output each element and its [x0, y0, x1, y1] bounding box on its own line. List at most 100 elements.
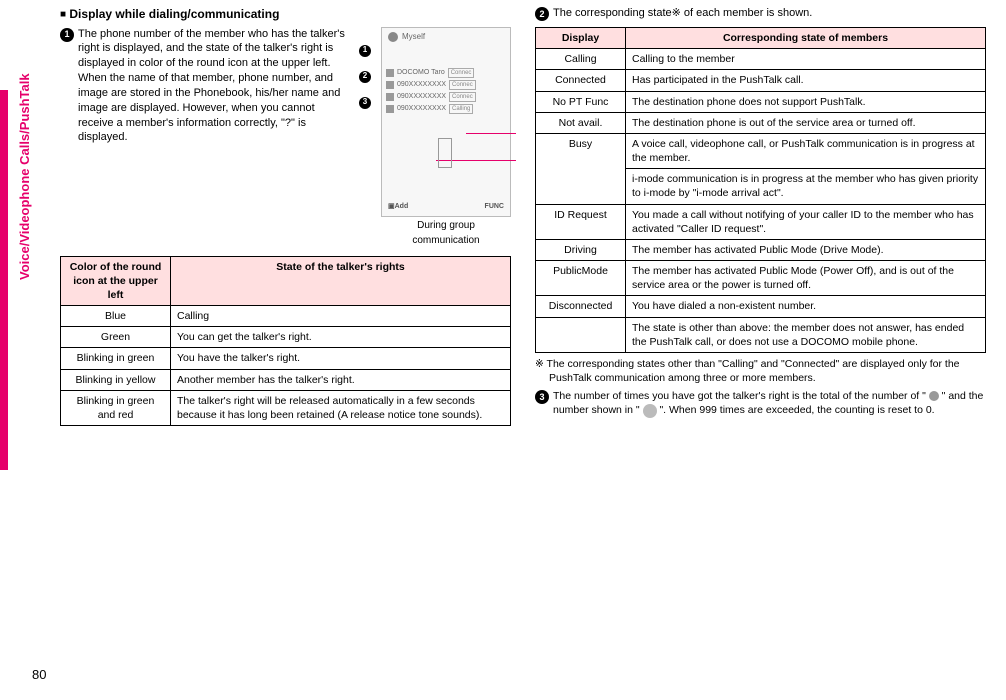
- talker-rights-table: Color of the round icon at the upper lef…: [60, 256, 511, 427]
- phone-softkeys: ▣Add FUNC: [382, 202, 510, 211]
- member-name: 090XXXXXXXX: [397, 104, 446, 113]
- desc-cell: The destination phone does not support P…: [626, 91, 986, 112]
- member-state: Connec: [448, 68, 475, 78]
- item3-text: The number of times you have got the tal…: [553, 389, 986, 417]
- member-name: 090XXXXXXXX: [397, 92, 446, 101]
- member-state: Calling: [449, 104, 473, 114]
- color-cell: Blinking in yellow: [61, 369, 171, 390]
- phone-header: Myself: [388, 32, 504, 43]
- display-cell: ID Request: [536, 204, 626, 239]
- display-cell: Disconnected: [536, 296, 626, 317]
- member-state: Connec: [449, 80, 476, 90]
- desc-cell: You made a call without notifying of you…: [626, 204, 986, 239]
- table-row: PublicModeThe member has activated Publi…: [536, 261, 986, 296]
- table2-header-state: Corresponding state of members: [626, 28, 986, 49]
- item3: 3 The number of times you have got the t…: [535, 389, 986, 417]
- avatar-icon: [386, 105, 394, 113]
- table-row: DrivingThe member has activated Public M…: [536, 239, 986, 260]
- item1-text: The phone number of the member who has t…: [78, 27, 351, 146]
- subheading: ■ Display while dialing/communicating: [60, 6, 511, 23]
- desc-cell: You have dialed a non-existent number.: [626, 296, 986, 317]
- phone-member-row: DOCOMO TaroConnec: [386, 68, 506, 78]
- table-row: GreenYou can get the talker's right.: [61, 327, 511, 348]
- phone-figure: Myself DOCOMO TaroConnec 090XXXXXXXXConn…: [381, 27, 511, 248]
- member-state: Connec: [449, 92, 476, 102]
- state-cell: You can get the talker's right.: [171, 327, 511, 348]
- table-row: The state is other than above: the membe…: [536, 317, 986, 352]
- desc-cell: Has participated in the PushTalk call.: [626, 70, 986, 91]
- desc-cell: The member has activated Public Mode (Dr…: [626, 239, 986, 260]
- footnote: ※ The corresponding states other than "C…: [535, 357, 986, 385]
- table-row: CallingCalling to the member: [536, 49, 986, 70]
- table-row: ID RequestYou made a call without notify…: [536, 204, 986, 239]
- table-row: ConnectedHas participated in the PushTal…: [536, 70, 986, 91]
- table-row: BusyA voice call, videophone call, or Pu…: [536, 133, 986, 168]
- item2-text: The corresponding state※ of each member …: [553, 6, 986, 21]
- avatar-icon: [386, 93, 394, 101]
- avatar-icon: [386, 69, 394, 77]
- member-name: 090XXXXXXXX: [397, 80, 446, 89]
- display-cell: PublicMode: [536, 261, 626, 296]
- desc-cell: i-mode communication is in progress at t…: [626, 169, 986, 204]
- left-column: ■ Display while dialing/communicating 1 …: [60, 6, 511, 426]
- table-row: Not avail.The destination phone is out o…: [536, 112, 986, 133]
- tab-color-bar: [0, 90, 8, 470]
- footnote-mark: ※: [672, 7, 681, 19]
- desc-cell: A voice call, videophone call, or PushTa…: [626, 133, 986, 168]
- color-cell: Green: [61, 327, 171, 348]
- display-cell: Connected: [536, 70, 626, 91]
- phone-member-row: 090XXXXXXXXCalling: [386, 104, 506, 114]
- desc-cell: Calling to the member: [626, 49, 986, 70]
- avatar-icon: [386, 81, 394, 89]
- display-cell: Not avail.: [536, 112, 626, 133]
- member-state-table: Display Corresponding state of members C…: [535, 27, 986, 353]
- callout-2-icon: 2: [359, 71, 371, 83]
- subheading-text: Display while dialing/communicating: [69, 7, 279, 21]
- small-status-dot-icon: [929, 391, 939, 401]
- desc-cell: The state is other than above: the membe…: [626, 317, 986, 352]
- figure-caption-line2: communication: [412, 234, 479, 248]
- table-row: DisconnectedYou have dialed a non-existe…: [536, 296, 986, 317]
- item1-and-figure: 1 The phone number of the member who has…: [60, 27, 511, 248]
- table-row: Blinking in greenYou have the talker's r…: [61, 348, 511, 369]
- softkey-right: FUNC: [485, 202, 504, 211]
- table-row: Blinking in green and redThe talker's ri…: [61, 390, 511, 425]
- phone-member-row: 090XXXXXXXXConnec: [386, 80, 506, 90]
- table-row: No PT FuncThe destination phone does not…: [536, 91, 986, 112]
- figure-callouts: 1 2 3: [359, 45, 371, 109]
- table1-header-color: Color of the round icon at the upper lef…: [61, 256, 171, 306]
- state-cell: The talker's right will be released auto…: [171, 390, 511, 425]
- color-cell: Blinking in green and red: [61, 390, 171, 425]
- state-cell: Calling: [171, 306, 511, 327]
- desc-cell: The member has activated Public Mode (Po…: [626, 261, 986, 296]
- circled-1-icon: 1: [60, 28, 74, 42]
- display-cell: Busy: [536, 133, 626, 204]
- count-badge-icon: [643, 404, 657, 418]
- phone-mockup: Myself DOCOMO TaroConnec 090XXXXXXXXConn…: [381, 27, 511, 217]
- table-row: Blinking in yellowAnother member has the…: [61, 369, 511, 390]
- talker-status-icon: [388, 32, 398, 42]
- desc-cell: The destination phone is out of the serv…: [626, 112, 986, 133]
- circled-2-icon: 2: [535, 7, 549, 21]
- item1: 1 The phone number of the member who has…: [60, 27, 351, 148]
- item2: 2 The corresponding state※ of each membe…: [535, 6, 986, 21]
- phone-member-list: DOCOMO TaroConnec 090XXXXXXXXConnec 090X…: [386, 68, 506, 116]
- page-content: ■ Display while dialing/communicating 1 …: [60, 6, 986, 426]
- display-cell: Driving: [536, 239, 626, 260]
- page-number: 80: [32, 666, 46, 684]
- right-column: 2 The corresponding state※ of each membe…: [535, 6, 986, 426]
- table-row: BlueCalling: [61, 306, 511, 327]
- section-title: Voice/Videophone Calls/PushTalk: [16, 73, 34, 280]
- antenna-icon: [438, 138, 452, 168]
- figure-caption-line1: During group: [417, 219, 475, 233]
- color-cell: Blue: [61, 306, 171, 327]
- softkey-left: ▣Add: [388, 202, 408, 211]
- callout-leader-line: [466, 133, 516, 134]
- phone-member-row: 090XXXXXXXXConnec: [386, 92, 506, 102]
- phone-myself-label: Myself: [402, 32, 425, 43]
- table2-header-display: Display: [536, 28, 626, 49]
- display-cell: No PT Func: [536, 91, 626, 112]
- circled-3-icon: 3: [535, 390, 549, 404]
- table1-header-state: State of the talker's rights: [171, 256, 511, 306]
- state-cell: Another member has the talker's right.: [171, 369, 511, 390]
